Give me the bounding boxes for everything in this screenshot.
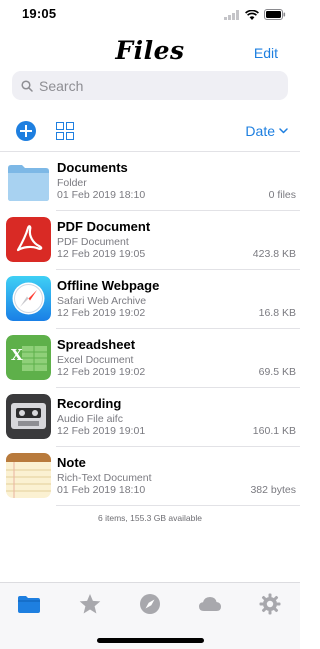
tab-settings[interactable] [258,592,282,616]
tab-files[interactable] [17,592,41,616]
search-placeholder: Search [39,77,84,94]
file-type: Folder [57,177,87,189]
star-icon [79,594,101,614]
grid-view-button[interactable] [56,122,74,140]
file-row-note[interactable]: Note Rich-Text Document 01 Feb 2019 18:1… [0,447,300,506]
toolbar: Date [0,112,300,152]
file-row-offline-webpage[interactable]: Offline Webpage Safari Web Archive 12 Fe… [0,270,300,329]
chevron-down-icon [279,128,288,134]
status-time: 19:05 [22,6,57,21]
pdf-icon [6,217,51,262]
folder-icon [18,596,40,613]
file-size: 423.8 KB [252,248,296,260]
file-size: 160.1 KB [252,425,296,437]
file-row-pdf-document[interactable]: PDF Document PDF Document 12 Feb 2019 19… [0,211,300,270]
file-name: Note [57,455,86,470]
wifi-icon [245,9,259,20]
file-date: 01 Feb 2019 18:10 [57,484,146,496]
tab-favorites[interactable] [78,592,102,616]
file-date: 12 Feb 2019 19:01 [57,425,146,437]
navigation-bar: Files Edit [0,28,300,72]
file-date: 01 Feb 2019 18:10 [57,189,146,201]
sort-label: Date [245,123,275,139]
file-date: 12 Feb 2019 19:02 [57,307,146,319]
notepad-icon [6,453,51,498]
compass-icon [140,594,160,614]
file-type: PDF Document [57,236,129,248]
gear-icon [259,593,281,615]
search-input[interactable]: Search [12,71,288,100]
file-row-recording[interactable]: Recording Audio File aifc 12 Feb 2019 19… [0,388,300,447]
status-bar: 19:05 [0,0,300,28]
file-name: Recording [57,396,122,411]
file-row-documents[interactable]: Documents Folder 01 Feb 2019 18:10 0 fil… [0,152,300,211]
file-name: PDF Document [57,219,151,234]
file-size: 16.8 KB [258,307,296,319]
cassette-icon [6,394,51,439]
file-size: 69.5 KB [258,366,296,378]
tab-cloud[interactable] [198,592,222,616]
home-indicator[interactable] [97,638,204,643]
file-date: 12 Feb 2019 19:02 [57,366,146,378]
storage-summary: 6 items, 155.3 GB available [98,513,202,523]
folder-icon [6,158,51,203]
file-name: Documents [57,160,128,175]
grid-icon [56,122,64,130]
safari-icon [6,276,51,321]
file-name: Offline Webpage [57,278,160,293]
edit-button[interactable]: Edit [254,45,278,61]
add-button[interactable] [16,121,36,141]
file-size: 382 bytes [250,484,296,496]
battery-icon [264,9,286,20]
file-type: Rich-Text Document [57,472,152,484]
file-type: Excel Document [57,354,134,366]
svg-text:X: X [11,346,23,364]
file-row-spreadsheet[interactable]: X Spreadsheet Excel Document 12 Feb 2019… [0,329,300,388]
cellular-signal-icon [224,9,239,20]
file-size: 0 files [268,189,296,201]
file-type: Audio File aifc [57,413,123,425]
status-icons [224,9,286,20]
file-list: Documents Folder 01 Feb 2019 18:10 0 fil… [0,152,300,506]
search-icon [21,79,33,92]
spreadsheet-icon: X [6,335,51,380]
sort-button[interactable]: Date [245,123,288,139]
file-name: Spreadsheet [57,337,136,352]
file-date: 12 Feb 2019 19:05 [57,248,146,260]
tab-browse[interactable] [138,592,162,616]
file-type: Safari Web Archive [57,295,147,307]
cloud-icon [199,597,221,611]
